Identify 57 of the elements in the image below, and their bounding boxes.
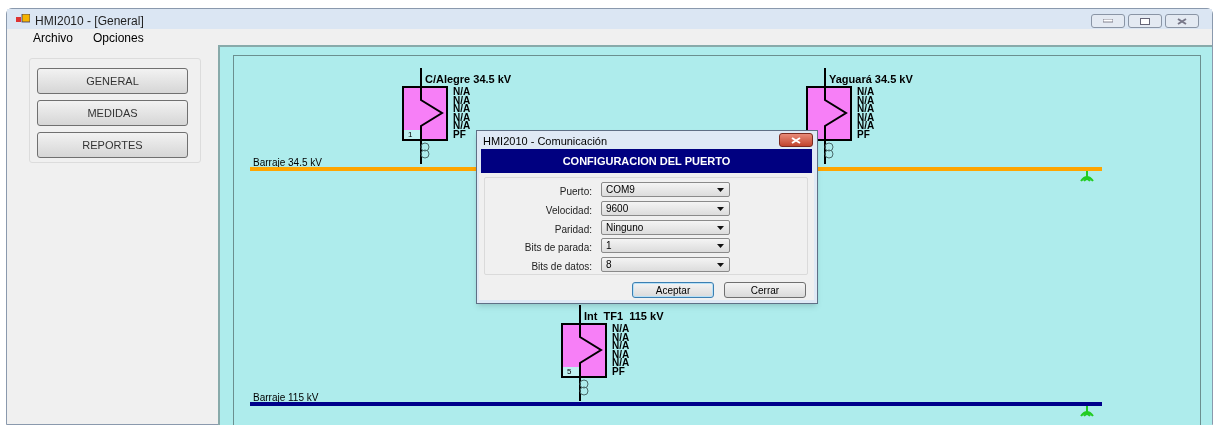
close-icon [1177,17,1187,25]
dropdown[interactable]: COM9 [601,182,730,197]
breaker-number: 5 [567,367,572,376]
breaker-label: Yaguará 34.5 kV [829,73,913,85]
reading-value: N/A [612,333,630,343]
nav-button[interactable]: GENERAL [37,68,188,94]
app-icon [16,14,30,24]
reading-value: N/A [453,105,471,114]
restore-icon [1140,17,1150,25]
reading-value: N/A [453,113,471,123]
reading-value: N/A [857,113,875,123]
reading-value: N/A [453,122,471,131]
nav-button[interactable]: REPORTES [37,132,188,158]
reading-value: PF [857,130,870,140]
caret-icon [717,225,724,230]
dialog-heading: CONFIGURACION DEL PUERTO [481,149,812,173]
ground-icon [1079,171,1095,182]
caret-icon [717,188,724,192]
reading-value: N/A [612,350,630,360]
reading-value: N/A [857,122,875,131]
reading-value: PF [612,367,625,377]
breaker-label: Int TF1 115 kV [584,310,664,322]
field-label: Velocidad: [544,203,592,218]
field-label: Bits de datos: [530,260,592,275]
reading-value: N/A [857,105,875,114]
menu-item[interactable]: Archivo [31,29,75,45]
maximize-button[interactable] [1128,14,1162,28]
dropdown[interactable]: 8 [601,257,730,273]
reading-value: N/A [612,325,630,334]
reading-value: N/A [453,88,471,97]
dialog-button[interactable]: Cerrar [724,282,806,298]
nav-button[interactable]: MEDIDAS [37,100,188,126]
reading-value: N/A [612,342,630,351]
reading-value: N/A [857,88,875,97]
breaker-number: 1 [408,130,413,139]
bus-label: Barraje 115 kV [253,391,319,405]
dialog-button[interactable]: Aceptar [632,282,714,298]
field-label: Puerto: [558,185,592,199]
reading-value: N/A [612,359,630,368]
menu-item[interactable]: Opciones [91,29,146,45]
dropdown[interactable]: 1 [601,238,730,254]
caret-icon [717,263,724,268]
reading-value: PF [453,130,466,140]
caret-icon [717,244,724,249]
breaker-label: C/Alegre 34.5 kV [425,73,512,85]
minimize-icon [1103,19,1113,23]
field-label: Paridad: [553,222,592,237]
reading-value: N/A [453,96,471,106]
ground-icon [1079,406,1095,417]
caret-icon [717,206,724,211]
close-button[interactable] [779,133,813,147]
bus-label: Barraje 34.5 kV [253,156,322,170]
window-title: HMI2010 - [General] [35,13,144,30]
dialog-title: HMI2010 - Comunicación [483,134,608,149]
close-icon [791,136,801,144]
reading-value: N/A [857,96,875,106]
field-label: Bits de parada: [523,241,592,256]
